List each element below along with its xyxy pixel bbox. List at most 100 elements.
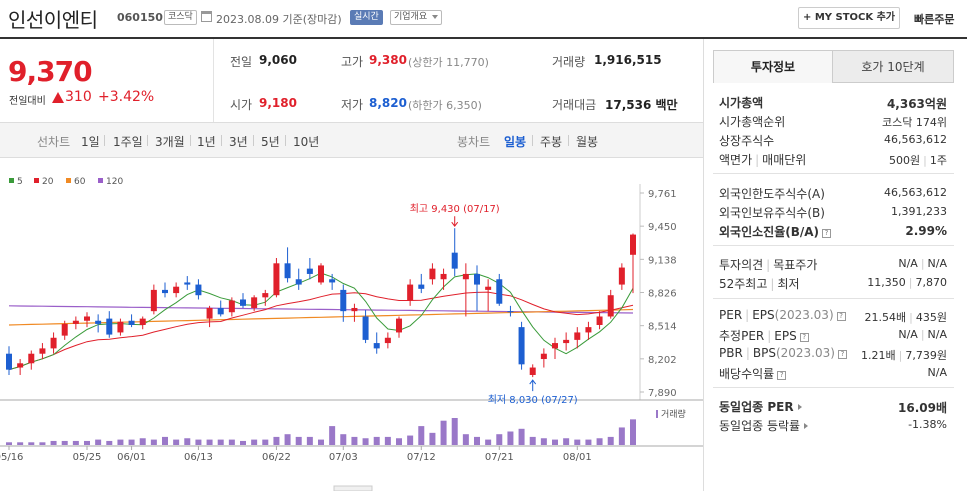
market-cap-rank-label: 시가총액순위 xyxy=(719,115,786,129)
volume-bar xyxy=(50,440,57,445)
sector-per-label[interactable]: 동일업종 PER xyxy=(719,398,802,415)
candle-body xyxy=(552,343,558,349)
price-change-percent: +3.42% xyxy=(98,89,155,105)
high-label: 고가 xyxy=(341,55,364,69)
candle-body xyxy=(596,316,603,325)
volume-bar xyxy=(273,436,280,445)
volume-bar xyxy=(318,439,324,445)
calendar-icon xyxy=(201,11,212,22)
volume-bar xyxy=(17,442,24,445)
candle-body xyxy=(362,316,369,340)
help-icon[interactable]: ? xyxy=(837,350,847,359)
pbr-bps-label: PBR | BPS(2023.03)? xyxy=(719,346,847,360)
volume-bar xyxy=(407,435,414,445)
listed-shares-label: 상장주식수 xyxy=(719,134,775,148)
tab-monthly[interactable]: 월봉 xyxy=(576,133,598,150)
volume-legend-swatch xyxy=(656,410,658,418)
x-tick-label: 06/13 xyxy=(184,452,213,463)
sector-change-label[interactable]: 동일업종 등락률 xyxy=(719,417,809,434)
panel-divider xyxy=(713,173,954,174)
est-per-label: 추정PER | EPS? xyxy=(719,327,809,344)
live-button[interactable]: 실시간 xyxy=(350,10,383,25)
up-arrow-icon xyxy=(52,92,64,103)
volume-legend-label: 거래량 xyxy=(661,408,686,420)
candle-body xyxy=(50,337,57,349)
tab-orderbook[interactable]: 호가 10단계 xyxy=(832,50,954,83)
help-icon[interactable]: ? xyxy=(777,371,787,380)
x-tick-label: 06/22 xyxy=(262,452,291,463)
candle-body xyxy=(17,363,24,368)
change-label: 전일대비 xyxy=(9,96,46,107)
chevron-right-icon xyxy=(797,404,802,410)
foreign-ratio-value: 2.99% xyxy=(905,224,947,238)
volume-bar xyxy=(362,438,369,445)
volume-bar xyxy=(384,436,391,445)
volume-bar xyxy=(585,439,592,445)
tab-period-3m[interactable]: 3개월 xyxy=(155,133,185,150)
volume-bar xyxy=(474,436,480,445)
candle-body xyxy=(396,318,402,333)
candle-body xyxy=(474,273,480,285)
y-tick-label: 9,450 xyxy=(648,222,677,233)
tab-separator xyxy=(190,135,191,146)
volume-bar xyxy=(6,442,12,445)
y-tick-label: 7,890 xyxy=(648,388,677,399)
high-arrow-icon xyxy=(451,216,459,228)
candle-body xyxy=(106,318,113,335)
quick-order-link[interactable]: 빠른주문 xyxy=(914,11,954,27)
company-overview-dropdown[interactable]: 기업개요 xyxy=(390,10,443,25)
tab-daily[interactable]: 일봉 xyxy=(504,133,526,150)
tab-invest-info[interactable]: 투자정보 xyxy=(713,50,833,83)
high-value: 9,380 xyxy=(369,53,407,67)
tab-period-10y[interactable]: 10년 xyxy=(293,133,319,150)
volume-bar xyxy=(540,438,547,445)
candle-body xyxy=(295,279,302,285)
chevron-right-icon xyxy=(804,423,809,429)
candle-body xyxy=(95,320,102,324)
tab-period-3y[interactable]: 3년 xyxy=(229,133,248,150)
volume-bar xyxy=(84,440,90,445)
candle-body xyxy=(117,321,124,333)
current-price: 9,370 xyxy=(8,55,93,88)
volume-bar xyxy=(518,428,525,445)
tab-weekly[interactable]: 주봉 xyxy=(540,133,562,150)
chart-scroll-handle[interactable] xyxy=(333,485,373,491)
tab-period-5y[interactable]: 5년 xyxy=(261,133,280,150)
volume-label: 거래량 xyxy=(552,55,586,69)
candle-body xyxy=(39,348,46,354)
tab-period-1y[interactable]: 1년 xyxy=(197,133,216,150)
add-my-stock-button[interactable]: + MY STOCK 추가 xyxy=(798,7,900,29)
stock-chart[interactable]: 9,761 9,450 9,138 8,826 8,514 8,202 7,890 최고 9,… xyxy=(0,160,703,491)
candle-body xyxy=(485,286,492,290)
volume-bar xyxy=(173,439,180,445)
candle-body xyxy=(217,307,224,315)
candle-body xyxy=(173,286,180,294)
volume-bar xyxy=(251,439,258,445)
tab-period-1w[interactable]: 1주일 xyxy=(113,133,143,150)
amount-label: 거래대금 xyxy=(552,98,597,112)
volume-bar xyxy=(117,439,124,445)
candle-body xyxy=(273,263,280,296)
candle-body xyxy=(6,353,12,370)
volume-bar xyxy=(552,439,558,445)
sector-per-value: 16.09배 xyxy=(898,401,947,415)
tab-separator xyxy=(568,135,569,146)
x-tick-label: 07/21 xyxy=(485,452,514,463)
help-icon[interactable]: ? xyxy=(799,333,809,342)
stock-code: 060150 xyxy=(117,11,163,24)
tab-candle-chart[interactable]: 봉차트 xyxy=(457,133,490,150)
tab-line-chart[interactable]: 선차트 xyxy=(37,133,70,150)
volume-bar xyxy=(440,420,447,445)
volume-bar xyxy=(139,438,146,445)
prev-close-label: 전일 xyxy=(230,55,253,69)
open-value: 9,180 xyxy=(259,96,297,110)
x-tick-label: 06/01 xyxy=(117,452,146,463)
help-icon[interactable]: ? xyxy=(822,229,832,238)
volume-bar xyxy=(95,439,102,445)
volume-bar xyxy=(418,426,425,445)
help-icon[interactable]: ? xyxy=(836,312,846,321)
volume-bar xyxy=(228,439,235,445)
tab-period-1d[interactable]: 1일 xyxy=(81,133,100,150)
candle-body xyxy=(351,307,358,312)
volume-bar xyxy=(262,439,269,445)
